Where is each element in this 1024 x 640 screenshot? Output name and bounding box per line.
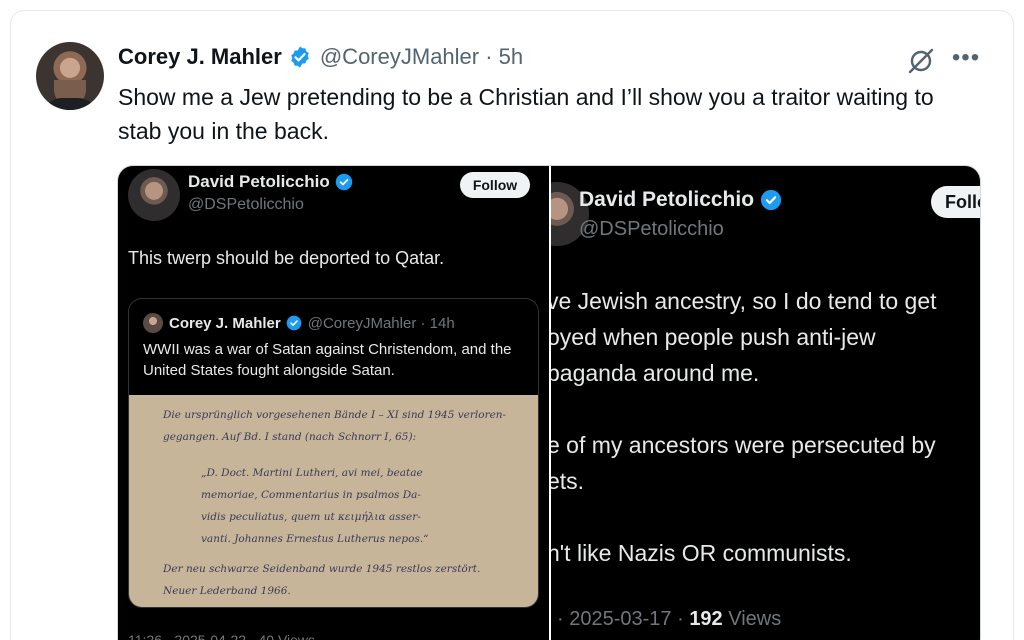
embedded-author-name: David Petolicchio	[188, 172, 353, 192]
embedded-author-name-text: David Petolicchio	[188, 172, 330, 191]
handwriting-line: Die ursprünglich vorgesehenen Bände I – …	[163, 409, 507, 421]
embedded-author-name: David Petolicchio	[579, 188, 782, 212]
embedded-follow-button: Follow	[460, 172, 530, 198]
handwriting-line: vidis peculiatus, quem ut κειμήλια asser…	[201, 511, 421, 523]
quote-text: WWII was a war of Satan against Christen…	[143, 341, 512, 379]
embedded-post-line: n't like Nazis OR communists.	[551, 540, 852, 566]
handwritten-note-image: Die ursprünglich vorgesehenen Bände I – …	[129, 395, 538, 607]
footer-views-count: 192	[689, 608, 723, 630]
embedded-author-handle: @DSPetolicchio	[579, 218, 724, 240]
embedded-post-footer: 11:26 · 2025-04-22 · 40 Views	[128, 632, 316, 640]
handwriting-line: gegangen. Auf Bd. I stand (nach Schnorr …	[163, 431, 417, 443]
avatar-shirt	[42, 98, 98, 110]
embedded-author-handle: @DSPetolicchio	[188, 196, 304, 213]
embedded-quote-post: Corey J. Mahler @CoreyJMahler · 14h WWII…	[128, 298, 539, 608]
author-avatar[interactable]	[36, 42, 104, 110]
embedded-post-line: ets.	[551, 468, 585, 494]
more-icon[interactable]: •••	[950, 44, 982, 76]
embedded-post-line: oyed when people push anti-jew	[551, 324, 876, 350]
handwriting-line: „D. Doct. Martini Lutheri, avi mei, beat…	[201, 467, 423, 479]
embedded-avatar	[128, 169, 180, 221]
handwriting-line: Neuer Lederband 1966.	[163, 585, 291, 597]
quote-handle-time: @CoreyJMahler · 14h	[307, 314, 455, 332]
quote-header: Corey J. Mahler @CoreyJMahler · 14h	[143, 313, 455, 333]
footer-date: · 2025-03-17 ·	[557, 608, 684, 630]
embedded-follow-button: Follo	[931, 186, 980, 218]
embedded-post-line: ve Jewish ancestry, so I do tend to get	[551, 288, 937, 314]
quote-avatar	[143, 313, 163, 333]
handwriting-line: vanti. Johannes Ernestus Lutherus nepos.…	[201, 533, 429, 545]
handwriting-line: memoriae, Commentarius in psalmos Da-	[201, 489, 421, 501]
author-name[interactable]: Corey J. Mahler	[118, 44, 282, 70]
verified-badge-icon	[335, 173, 352, 191]
verified-badge-icon	[291, 46, 309, 68]
post-media[interactable]: David Petolicchio @DSPetolicchio Follow …	[117, 165, 981, 640]
handwriting-line: Der neu schwarze Seidenband wurde 1945 r…	[163, 563, 481, 575]
verified-badge-icon	[286, 315, 302, 331]
embedded-author-name-text: David Petolicchio	[579, 188, 755, 211]
media-image-left[interactable]: David Petolicchio @DSPetolicchio Follow …	[118, 166, 549, 640]
post-text: Show me a Jew pretending to be a Christi…	[118, 84, 934, 144]
embedded-post-line: e of my ancestors were persecuted by	[551, 432, 936, 458]
grok-icon[interactable]	[906, 46, 936, 76]
quote-author-name: Corey J. Mahler	[169, 314, 281, 332]
author-handle-time[interactable]: @CoreyJMahler · 5h	[320, 44, 523, 70]
embedded-post-line: paganda around me.	[551, 360, 760, 386]
footer-views-label: Views	[728, 608, 782, 630]
post-header: Corey J. Mahler @CoreyJMahler · 5h	[118, 44, 523, 70]
embedded-post-text: This twerp should be deported to Qatar.	[128, 248, 445, 268]
verified-badge-icon	[760, 189, 782, 211]
embedded-post-footer: · 2025-03-17 · 192 Views	[557, 608, 781, 631]
media-image-right[interactable]: David Petolicchio @DSPetolicchio Follo v…	[551, 166, 980, 640]
